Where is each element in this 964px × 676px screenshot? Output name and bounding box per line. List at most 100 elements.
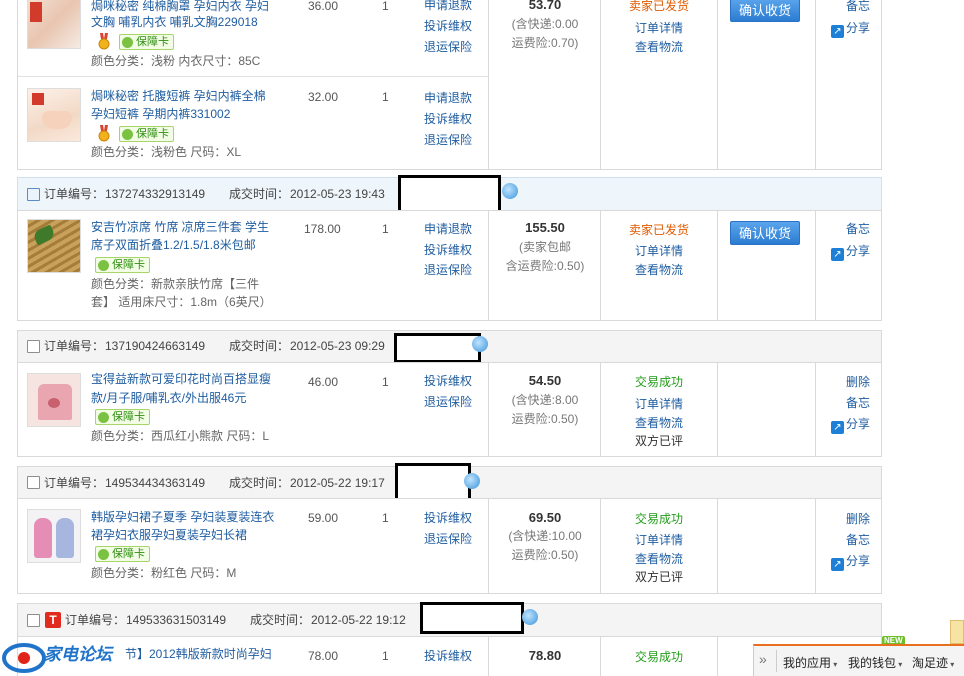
share-link[interactable]: ↗ 分享 <box>828 241 870 262</box>
refund-link[interactable]: 申请退款 <box>424 88 472 109</box>
product-thumbnail[interactable] <box>27 88 81 142</box>
deal-time: 2012-05-23 19:43 <box>290 187 385 201</box>
order-detail-link[interactable]: 订单详情 <box>614 19 704 38</box>
insurance-info: 运费险:0.50) <box>511 412 579 426</box>
share-link[interactable]: ↗ 分享 <box>828 18 870 39</box>
order-detail-link[interactable]: 订单详情 <box>614 242 704 261</box>
unit-price: 32.00 <box>308 90 339 104</box>
chevron-down-icon: ▾ <box>831 660 838 669</box>
share-link[interactable]: ↗ 分享 <box>828 414 870 435</box>
refund-link[interactable]: 申请退款 <box>424 219 472 240</box>
view-logistics-link[interactable]: 查看物流 <box>614 38 704 57</box>
insurance-link[interactable]: 退运保险 <box>424 392 472 413</box>
toolbar-expand-icon[interactable]: » <box>759 651 767 667</box>
rating-status: 双方已评 <box>634 570 683 584</box>
share-icon: ↗ <box>830 25 844 38</box>
divider <box>815 0 816 170</box>
complain-link[interactable]: 投诉维权 <box>424 109 472 130</box>
order-number: 137274332913149 <box>105 187 206 201</box>
order-detail-link[interactable]: 订单详情 <box>614 395 704 414</box>
order-checkbox[interactable] <box>27 188 40 201</box>
guarantee-card-badge[interactable]: 保障卡 <box>95 409 150 425</box>
divider <box>717 210 718 321</box>
product-title[interactable]: 文胸 哺乳内衣 哺乳文胸229018 <box>91 13 258 31</box>
quantity: 1 <box>382 222 389 236</box>
order-number: 137190424663149 <box>105 339 206 353</box>
share-label: 分享 <box>845 554 870 568</box>
toolbar-my-apps[interactable]: 我的应用 ▾ <box>783 654 837 671</box>
insurance-link[interactable]: 退运保险 <box>424 130 472 151</box>
unit-price: 78.00 <box>308 649 339 663</box>
order-checkbox[interactable] <box>27 614 40 627</box>
order-number-label: 订单编号： <box>65 613 126 627</box>
guarantee-card-badge[interactable]: 保障卡 <box>95 546 150 562</box>
complain-link[interactable]: 投诉维权 <box>424 240 472 261</box>
view-logistics-link[interactable]: 查看物流 <box>614 261 704 280</box>
aliwangwang-icon[interactable] <box>464 473 480 489</box>
guarantee-card-badge[interactable]: 保障卡 <box>119 34 174 50</box>
divider <box>600 362 601 457</box>
product-title[interactable]: 节】2012韩版新款时尚孕妇 <box>125 645 272 663</box>
insurance-link[interactable]: 退运保险 <box>424 37 472 58</box>
divider <box>717 362 718 457</box>
divider <box>488 0 489 170</box>
product-title[interactable]: 款/月子服/哺乳衣/外出服46元 <box>91 389 246 407</box>
order-number: 149533631503149 <box>126 613 227 627</box>
toolbar-my-wallet[interactable]: 我的钱包 ▾ <box>848 654 902 671</box>
view-logistics-link[interactable]: 查看物流 <box>614 414 704 433</box>
unit-price: 46.00 <box>308 375 339 389</box>
medal-icon <box>98 33 110 50</box>
order-checkbox[interactable] <box>27 476 40 489</box>
total-amount: 54.50 <box>528 373 562 388</box>
product-title[interactable]: 裙孕妇衣服孕妇夏装孕妇长裙 <box>91 526 247 544</box>
shipping-info: (含快递:10.00 <box>508 529 582 543</box>
complain-link[interactable]: 投诉维权 <box>424 508 472 529</box>
order-checkbox[interactable] <box>27 340 40 353</box>
redacted-seller <box>398 175 501 214</box>
aliwangwang-icon[interactable] <box>502 183 518 199</box>
aliwangwang-icon[interactable] <box>522 609 538 625</box>
side-tab[interactable] <box>950 620 964 644</box>
order-total: 78.80 <box>495 647 595 665</box>
divider <box>600 498 601 594</box>
guarantee-card-badge[interactable]: 保障卡 <box>95 257 150 273</box>
share-link[interactable]: ↗ 分享 <box>828 551 870 572</box>
product-title[interactable]: 孕妇短裤 孕期内裤331002 <box>91 105 230 123</box>
product-thumbnail[interactable] <box>27 373 81 427</box>
product-title[interactable]: 宝得益新款可爱印花时尚百搭显瘦 <box>91 370 271 388</box>
product-thumbnail[interactable] <box>27 509 81 563</box>
order-detail-link[interactable]: 订单详情 <box>614 531 704 550</box>
delete-link[interactable]: 删除 <box>830 509 870 530</box>
insurance-info: 含运费险:0.50) <box>505 259 585 273</box>
product-thumbnail[interactable] <box>27 219 81 273</box>
view-logistics-link[interactable]: 查看物流 <box>614 550 704 569</box>
refund-link[interactable]: 申请退款 <box>424 0 472 16</box>
complain-link[interactable]: 投诉维权 <box>424 16 472 37</box>
toolbar-footprints[interactable]: 淘足迹 ▾ <box>912 654 954 671</box>
shipping-info: (含快递:0.00 <box>511 17 579 31</box>
product-attributes: 颜色分类：浅粉色 尺码：XL <box>91 145 242 159</box>
divider <box>488 636 489 676</box>
product-attributes: 颜色分类：西瓜红小熊款 尺码：L <box>91 429 270 443</box>
aliwangwang-icon[interactable] <box>472 336 488 352</box>
product-title[interactable]: 席子双面折叠1.2/1.5/1.8米包邮 <box>91 236 256 254</box>
product-thumbnail[interactable] <box>27 0 81 49</box>
memo-link[interactable]: 备忘 <box>830 393 870 414</box>
product-title[interactable]: 韩版孕妇裙子夏季 孕妇装夏装连衣 <box>91 508 274 526</box>
delete-link[interactable]: 删除 <box>830 372 870 393</box>
complain-link[interactable]: 投诉维权 <box>424 646 472 667</box>
divider <box>717 498 718 594</box>
insurance-link[interactable]: 退运保险 <box>424 260 472 281</box>
complain-link[interactable]: 投诉维权 <box>424 371 472 392</box>
insurance-info: 运费险:0.70) <box>511 36 579 50</box>
confirm-receipt-button[interactable]: 确认收货 <box>730 221 800 245</box>
product-title[interactable]: 安吉竹凉席 竹席 凉席三件套 学生 <box>91 218 269 236</box>
product-title[interactable]: 焗咪秘密 托腹短裤 孕妇内裤全棉 <box>91 87 266 105</box>
insurance-link[interactable]: 退运保险 <box>424 529 472 550</box>
memo-link[interactable]: 备忘 <box>830 530 870 551</box>
divider <box>600 0 601 170</box>
confirm-receipt-button[interactable]: 确认收货 <box>730 0 800 22</box>
memo-link[interactable]: 备忘 <box>830 0 870 17</box>
memo-link[interactable]: 备忘 <box>830 219 870 240</box>
guarantee-card-badge[interactable]: 保障卡 <box>119 126 174 142</box>
